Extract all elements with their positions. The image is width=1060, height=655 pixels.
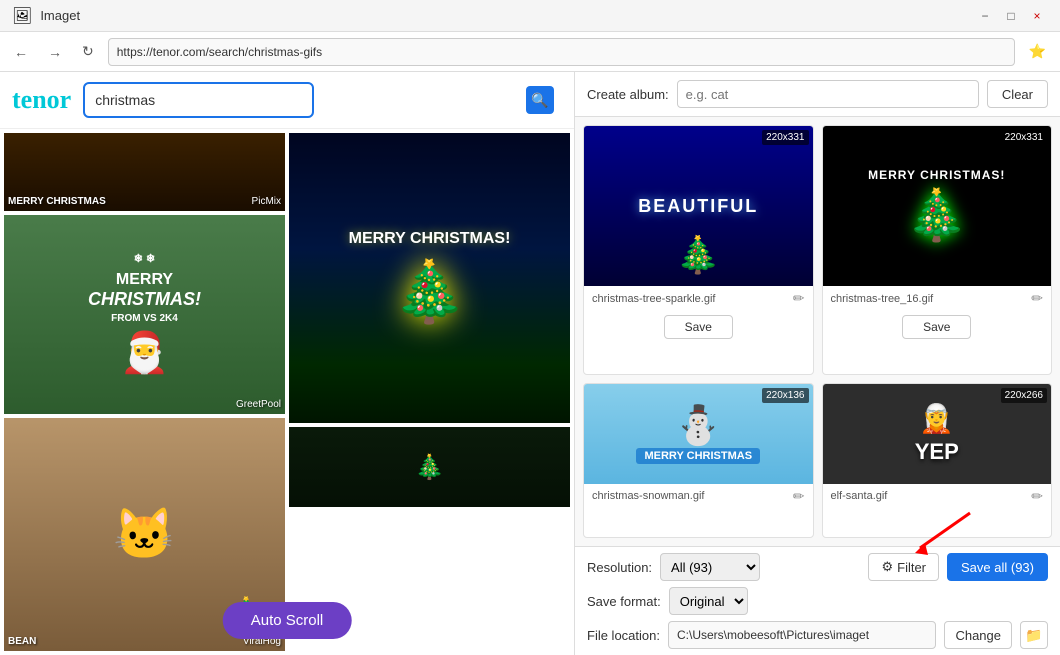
dimension-badge-3: 220x136 <box>762 388 808 403</box>
tenor-header: tenor 🔍 <box>0 72 574 129</box>
image-card-2: 220x331 MERRY CHRISTMAS! 🎄 christmas-tre… <box>822 125 1053 375</box>
format-label: Save format: <box>587 594 661 609</box>
bottom-controls: Resolution: All (93) 720p 1080p 4K ⚙ Fil… <box>575 546 1060 655</box>
resolution-select[interactable]: All (93) 720p 1080p 4K <box>660 553 760 581</box>
title-bar: 🖼 Imaget − □ × <box>0 0 1060 32</box>
app-icon: 🖼 <box>12 6 32 26</box>
image-grid: 220x331 BEAUTIFUL 🎄 christmas-tree-spark… <box>575 117 1060 546</box>
arrow-annotation <box>910 508 990 558</box>
tenor-search-wrapper: 🔍 <box>83 82 562 118</box>
image-footer-2: christmas-tree_16.gif ✏ <box>823 286 1052 311</box>
edit-icon-2[interactable]: ✏ <box>1031 290 1043 307</box>
folder-icon: 📁 <box>1025 627 1042 644</box>
image-filename-4: elf-santa.gif <box>831 490 1032 502</box>
image-card-1: 220x331 BEAUTIFUL 🎄 christmas-tree-spark… <box>583 125 814 375</box>
gif-item-1[interactable]: MERRY CHRISTMAS PicMix <box>4 133 285 211</box>
gif-item-2[interactable]: ❄ ❄ MERRY CHRISTMAS! FROM VS 2K4 🎅 Greet… <box>4 215 285 414</box>
edit-icon-4[interactable]: ✏ <box>1031 488 1043 505</box>
file-location-label: File location: <box>587 628 660 643</box>
gif-item-5[interactable]: 🎄 <box>289 427 570 507</box>
save-row-2: Save <box>823 311 1052 345</box>
app-title: Imaget <box>40 8 80 23</box>
title-bar-left: 🖼 Imaget <box>12 6 80 26</box>
image-thumbnail-1: 220x331 BEAUTIFUL 🎄 <box>584 126 813 286</box>
gif-item-4[interactable]: MERRY CHRISTMAS! 🎄 <box>289 133 570 423</box>
bookmark-button[interactable]: ⭐ <box>1023 39 1052 64</box>
file-location-row: File location: Change 📁 <box>587 621 1048 649</box>
image-preview-1[interactable]: 220x331 BEAUTIFUL 🎄 <box>584 126 813 286</box>
maximize-button[interactable]: □ <box>1000 5 1022 27</box>
image-preview-4[interactable]: 220x266 🧝 YEP <box>823 384 1052 484</box>
right-panel: Create album: Clear 220x331 BEAUTIFUL 🎄 … <box>575 72 1060 655</box>
title-bar-controls: − □ × <box>974 5 1048 27</box>
folder-button[interactable]: 📁 <box>1020 621 1048 649</box>
gif-column-2: MERRY CHRISTMAS! 🎄 🎄 <box>289 133 570 651</box>
tenor-search-button[interactable]: 🔍 <box>526 86 554 114</box>
edit-icon-1[interactable]: ✏ <box>793 290 805 307</box>
gif-label-3: BEAN <box>8 636 36 647</box>
minimize-button[interactable]: − <box>974 5 996 27</box>
gif-grid: MERRY CHRISTMAS PicMix ❄ ❄ MERRY CHRISTM… <box>0 129 574 655</box>
format-select[interactable]: Original GIF MP4 <box>669 587 748 615</box>
album-input[interactable] <box>677 80 979 108</box>
left-panel: tenor 🔍 MERRY CHRISTMAS PicMix <box>0 72 575 655</box>
forward-button[interactable]: → <box>42 40 68 64</box>
dimension-badge-4: 220x266 <box>1001 388 1047 403</box>
auto-scroll-button[interactable]: Auto Scroll <box>223 602 352 639</box>
image-thumbnail-2: 220x331 MERRY CHRISTMAS! 🎄 <box>823 126 1052 286</box>
browser-bar: ← → ↻ ⭐ <box>0 32 1060 72</box>
address-bar[interactable] <box>108 38 1015 66</box>
save-button-1[interactable]: Save <box>664 315 733 339</box>
format-row: Save format: Original GIF MP4 <box>587 587 1048 615</box>
image-preview-3[interactable]: 220x136 ⛄ MERRY CHRISTMAS <box>584 384 813 484</box>
change-button[interactable]: Change <box>944 621 1012 649</box>
image-thumbnail-4: 220x266 🧝 YEP <box>823 384 1052 484</box>
back-button[interactable]: ← <box>8 40 34 64</box>
edit-icon-3[interactable]: ✏ <box>793 488 805 505</box>
image-thumbnail-3: 220x136 ⛄ MERRY CHRISTMAS <box>584 384 813 484</box>
image-filename-1: christmas-tree-sparkle.gif <box>592 293 793 305</box>
album-label: Create album: <box>587 87 669 102</box>
gif-label-right-2: GreetPool <box>236 399 281 410</box>
album-bar: Create album: Clear <box>575 72 1060 117</box>
image-filename-3: christmas-snowman.gif <box>592 490 793 502</box>
dimension-badge-2: 220x331 <box>1001 130 1047 145</box>
main-container: tenor 🔍 MERRY CHRISTMAS PicMix <box>0 72 1060 655</box>
image-filename-2: christmas-tree_16.gif <box>831 293 1032 305</box>
save-button-2[interactable]: Save <box>902 315 971 339</box>
save-row-1: Save <box>584 311 813 345</box>
image-footer-3: christmas-snowman.gif ✏ <box>584 484 813 509</box>
close-button[interactable]: × <box>1026 5 1048 27</box>
tenor-logo: tenor <box>12 85 71 115</box>
image-footer-4: elf-santa.gif ✏ <box>823 484 1052 509</box>
file-location-input[interactable] <box>668 621 936 649</box>
refresh-button[interactable]: ↻ <box>76 39 100 64</box>
image-preview-2[interactable]: 220x331 MERRY CHRISTMAS! 🎄 <box>823 126 1052 286</box>
image-footer-1: christmas-tree-sparkle.gif ✏ <box>584 286 813 311</box>
resolution-label: Resolution: <box>587 560 652 575</box>
dimension-badge-1: 220x331 <box>762 130 808 145</box>
tenor-search-input[interactable] <box>83 82 314 118</box>
image-card-3: 220x136 ⛄ MERRY CHRISTMAS christmas-snow… <box>583 383 814 539</box>
clear-button[interactable]: Clear <box>987 80 1048 108</box>
gif-label-1: MERRY CHRISTMAS <box>8 196 106 207</box>
gif-column-1: MERRY CHRISTMAS PicMix ❄ ❄ MERRY CHRISTM… <box>4 133 285 651</box>
gif-label-right-1: PicMix <box>252 196 281 207</box>
filter-icon: ⚙ <box>881 559 893 575</box>
